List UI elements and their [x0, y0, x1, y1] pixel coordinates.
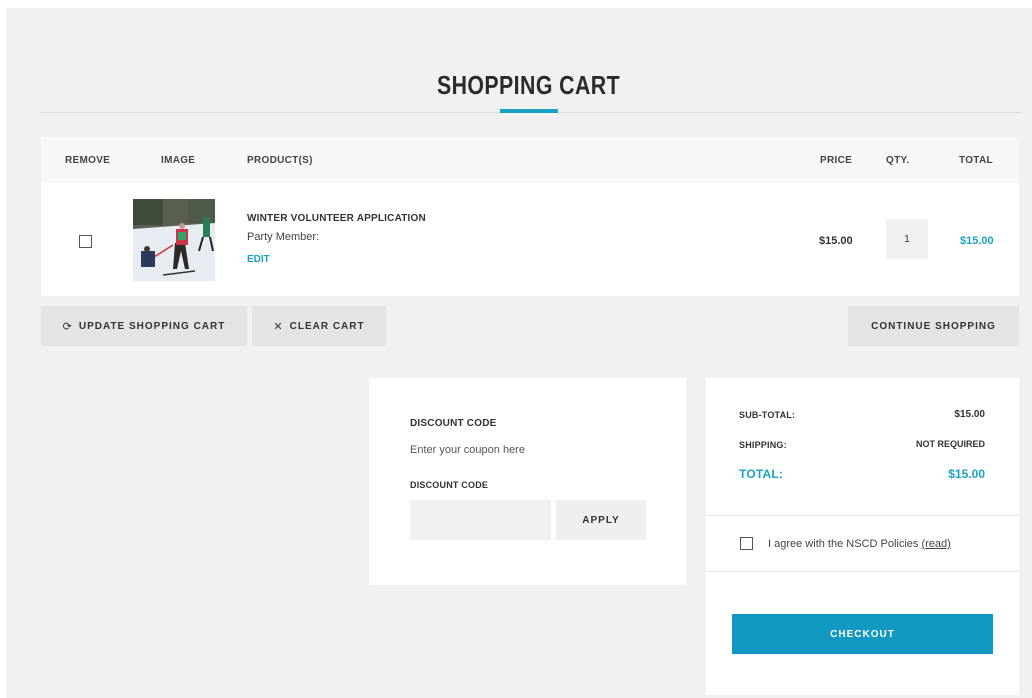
discount-field-label: DISCOUNT CODE [410, 480, 489, 490]
checkout-button[interactable]: CHECKOUT [732, 614, 993, 654]
header-qty: QTY. [886, 155, 910, 166]
agree-checkbox[interactable] [740, 537, 753, 550]
subtotal-label: SUB-TOTAL: [739, 410, 796, 420]
update-cart-label: UPDATE SHOPPING CART [78, 320, 226, 332]
header-products: PRODUCT(S) [247, 155, 313, 166]
product-name[interactable]: WINTER VOLUNTEER APPLICATION [247, 213, 426, 224]
total-label: TOTAL: [739, 467, 784, 481]
total-value: $15.00 [948, 467, 985, 481]
edit-link[interactable]: EDIT [247, 254, 270, 265]
header-price: PRICE [820, 155, 853, 166]
agree-text: I agree with the NSCD Policies (read) [768, 538, 951, 550]
shipping-label: SHIPPING: [739, 440, 787, 450]
discount-heading: DISCOUNT CODE [410, 418, 497, 429]
header-remove: REMOVE [65, 155, 111, 166]
apply-button[interactable]: APPLY [556, 500, 646, 540]
discount-hint: Enter your coupon here [410, 444, 525, 456]
summary-divider [706, 515, 1019, 516]
title-accent-bar [500, 109, 558, 113]
clear-cart-label: CLEAR CART [289, 320, 365, 332]
discount-input[interactable] [410, 500, 551, 540]
discount-panel: DISCOUNT CODE Enter your coupon here DIS… [369, 378, 686, 585]
read-policies-link[interactable]: (read) [921, 538, 950, 550]
close-icon: ✕ [273, 320, 284, 333]
subtotal-value: $15.00 [954, 409, 985, 420]
row-total: $15.00 [960, 235, 994, 247]
shipping-value: NOT REQUIRED [915, 439, 985, 449]
order-summary-panel: SUB-TOTAL: $15.00 SHIPPING: NOT REQUIRED… [706, 378, 1019, 695]
header-total: TOTAL [959, 155, 993, 166]
refresh-icon: ⟳ [62, 320, 73, 333]
page: SHOPPING CART REMOVE IMAGE PRODUCT(S) PR… [6, 8, 1032, 698]
table-row: WINTER VOLUNTEER APPLICATION Party Membe… [41, 183, 1019, 296]
clear-cart-button[interactable]: ✕ CLEAR CART [252, 306, 386, 346]
remove-checkbox[interactable] [79, 235, 92, 248]
product-image [133, 199, 215, 281]
update-cart-button[interactable]: ⟳ UPDATE SHOPPING CART [41, 306, 247, 346]
quantity-input[interactable]: 1 [886, 219, 928, 259]
summary-divider-2 [706, 571, 1019, 572]
cart-table-header: REMOVE IMAGE PRODUCT(S) PRICE QTY. TOTAL [41, 137, 1019, 183]
header-image: IMAGE [161, 155, 196, 166]
product-meta: Party Member: [247, 231, 320, 243]
page-title: SHOPPING CART [436, 70, 621, 100]
continue-shopping-button[interactable]: CONTINUE SHOPPING [848, 306, 1019, 346]
agree-label: I agree with the NSCD Policies [768, 538, 919, 550]
product-price: $15.00 [819, 235, 853, 247]
product-photo-icon [133, 199, 215, 281]
